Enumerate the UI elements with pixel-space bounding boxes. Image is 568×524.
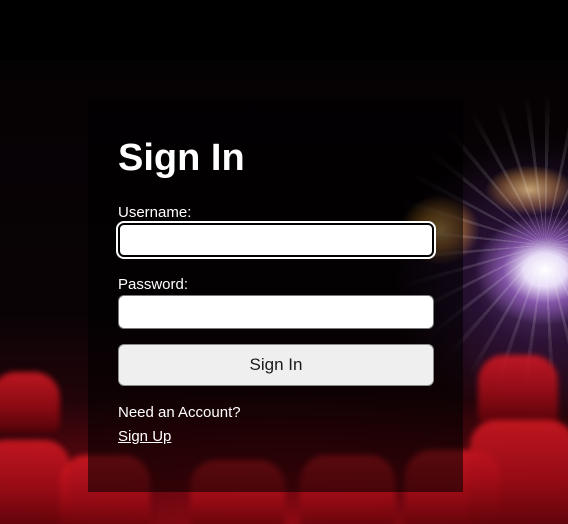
theater-seat xyxy=(478,355,558,425)
login-screen: Sign In Username: Password: Sign In Need… xyxy=(0,0,568,524)
username-input[interactable] xyxy=(118,223,434,257)
sign-in-button[interactable]: Sign In xyxy=(118,344,434,386)
need-account-text: Need an Account? xyxy=(118,404,241,421)
username-label: Username: xyxy=(118,204,192,221)
password-label: Password: xyxy=(118,276,189,293)
theater-seat xyxy=(470,420,568,524)
password-input[interactable] xyxy=(118,295,434,329)
theater-seat xyxy=(0,372,60,432)
page-title: Sign In xyxy=(118,137,245,179)
sign-up-link[interactable]: Sign Up xyxy=(118,428,171,446)
